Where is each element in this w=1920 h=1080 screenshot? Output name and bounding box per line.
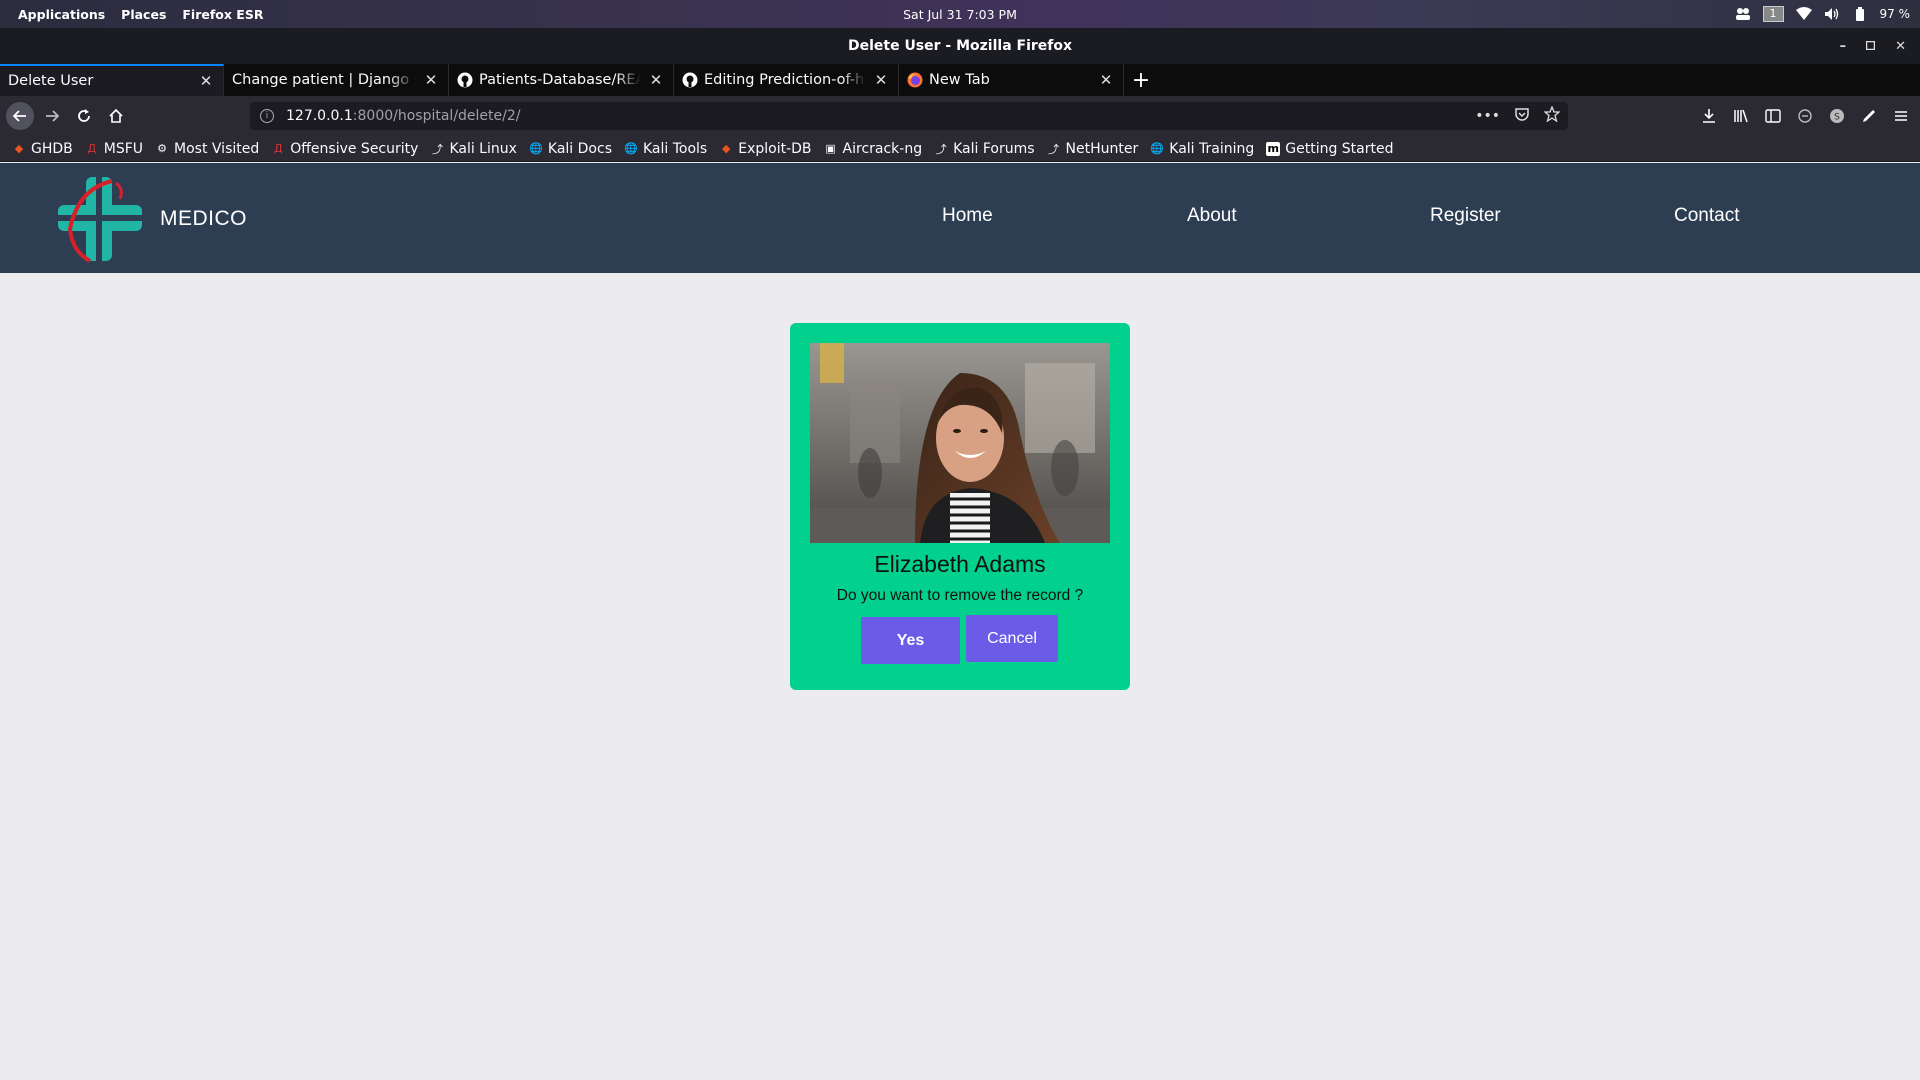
kali-dragon-icon: ⤴: [935, 142, 947, 156]
svg-text:S: S: [1834, 113, 1840, 123]
tab-label: Patients-Database/README.md: [479, 72, 641, 88]
bookmark-ghdb[interactable]: ◆ GHDB: [12, 141, 73, 157]
bookmark-kali-tools[interactable]: 🌐 Kali Tools: [624, 141, 707, 157]
tab-close-icon[interactable]: ✕: [197, 72, 215, 90]
battery-icon[interactable]: [1852, 6, 1868, 22]
battery-percent: 97 %: [1879, 7, 1911, 21]
offsec-icon: Д: [87, 142, 97, 155]
tab-close-icon[interactable]: ✕: [647, 71, 665, 89]
forward-arrow-icon[interactable]: [38, 102, 66, 130]
patient-name: Elizabeth Adams: [874, 551, 1046, 577]
nav-contact-link[interactable]: Contact: [1674, 205, 1739, 227]
exploit-icon: ◆: [14, 142, 24, 155]
bookmark-kali-linux[interactable]: ⤴ Kali Linux: [430, 141, 517, 157]
delete-confirmation-card: Elizabeth Adams Do you want to remove th…: [790, 323, 1130, 690]
tab-label: Editing Prediction-of-heart: [704, 72, 866, 88]
bookmark-offensive-security[interactable]: Д Offensive Security: [271, 141, 418, 157]
bookmark-kali-forums[interactable]: ⤴ Kali Forums: [934, 141, 1035, 157]
volume-icon[interactable]: [1824, 6, 1840, 22]
tab-strip: Delete User ✕ Change patient | Django si…: [0, 64, 1920, 96]
maximize-icon[interactable]: [1865, 39, 1876, 54]
new-tab-plus-icon[interactable]: +: [1124, 64, 1158, 96]
library-icon[interactable]: [1732, 107, 1750, 125]
bookmark-most-visited[interactable]: ⚙ Most Visited: [155, 141, 259, 157]
firefox-icon: [907, 72, 923, 88]
navigation-toolbar: i 127.0.0.1:8000/hospital/delete/2/ ••• …: [0, 96, 1920, 136]
kali-dragon-icon: ⤴: [1048, 142, 1060, 156]
confirmation-question: Do you want to remove the record ?: [836, 587, 1084, 604]
url-text[interactable]: 127.0.0.1:8000/hospital/delete/2/: [286, 108, 521, 124]
nav-about-link[interactable]: About: [1187, 205, 1237, 227]
tab-github-readme[interactable]: Patients-Database/README.md ✕: [449, 64, 674, 96]
account-icon[interactable]: S: [1828, 107, 1846, 125]
window-titlebar: Delete User - Mozilla Firefox – ✕: [0, 28, 1920, 64]
bookmark-msfu[interactable]: Д MSFU: [85, 141, 143, 157]
sidebar-icon[interactable]: [1764, 107, 1782, 125]
bookmark-aircrack-ng[interactable]: ▣ Aircrack-ng: [824, 141, 922, 157]
github-icon: [682, 72, 698, 88]
patient-photo: [810, 343, 1110, 543]
minimize-icon[interactable]: –: [1840, 39, 1847, 54]
gear-icon: ⚙: [157, 142, 167, 155]
bookmark-getting-started[interactable]: m Getting Started: [1266, 141, 1394, 157]
tab-close-icon[interactable]: ✕: [872, 71, 890, 89]
kali-dragon-icon: ⤴: [431, 142, 443, 156]
exploit-icon: ◆: [722, 142, 731, 155]
address-bar[interactable]: i 127.0.0.1:8000/hospital/delete/2/ •••: [250, 102, 1568, 130]
tab-close-icon[interactable]: ✕: [422, 71, 440, 89]
globe-icon: 🌐: [529, 142, 543, 155]
m-logo-icon: m: [1266, 141, 1281, 156]
pocket-icon[interactable]: [1514, 106, 1530, 126]
bookmark-exploit-db[interactable]: ◆ Exploit-DB: [719, 141, 812, 157]
page-actions-icon[interactable]: •••: [1475, 108, 1500, 124]
tab-label: Delete User: [8, 73, 94, 89]
hamburger-menu-icon[interactable]: [1892, 107, 1910, 125]
nav-register-link[interactable]: Register: [1430, 205, 1501, 227]
github-icon: [457, 72, 473, 88]
site-info-icon[interactable]: i: [260, 109, 274, 123]
tab-github-editing[interactable]: Editing Prediction-of-heart ✕: [674, 64, 899, 96]
offsec-icon: Д: [273, 142, 283, 155]
system-clock[interactable]: Sat Jul 31 7:03 PM: [903, 7, 1017, 22]
pen-tool-icon[interactable]: [1860, 107, 1878, 125]
aircrack-icon: ▣: [825, 142, 836, 155]
tab-label: New Tab: [929, 72, 990, 88]
bookmark-kali-docs[interactable]: 🌐 Kali Docs: [529, 141, 612, 157]
bookmarks-toolbar: ◆ GHDB Д MSFU ⚙ Most Visited Д Offensive Sec…: [0, 136, 1920, 162]
tab-django-admin[interactable]: Change patient | Django site admin ✕: [224, 64, 449, 96]
tab-delete-user[interactable]: Delete User ✕: [0, 64, 224, 96]
tab-label: Change patient | Django site admin: [232, 72, 416, 88]
system-top-panel: Applications Places Firefox ESR Sat Jul …: [0, 0, 1920, 28]
places-menu[interactable]: Places: [113, 7, 174, 22]
reload-icon[interactable]: [70, 102, 98, 130]
tab-new-tab[interactable]: New Tab ✕: [899, 64, 1124, 96]
people-icon[interactable]: [1735, 6, 1751, 22]
bookmark-nethunter[interactable]: ⤴ NetHunter: [1047, 141, 1138, 157]
applications-menu[interactable]: Applications: [10, 7, 113, 22]
yes-confirm-button[interactable]: Yes: [861, 617, 960, 664]
workspace-indicator[interactable]: 1: [1762, 6, 1784, 22]
nav-home-link[interactable]: Home: [942, 205, 993, 227]
back-arrow-icon[interactable]: [6, 102, 34, 130]
globe-icon: 🌐: [1150, 142, 1165, 155]
wifi-icon[interactable]: [1795, 6, 1812, 22]
home-icon[interactable]: [102, 102, 130, 130]
globe-icon: 🌐: [624, 142, 638, 155]
cancel-button[interactable]: Cancel: [966, 615, 1058, 662]
bookmark-star-icon[interactable]: [1543, 105, 1561, 126]
site-nav: Home About Register Contact: [0, 163, 1920, 273]
site-header: MEDICO Home About Register Contact: [0, 163, 1920, 273]
downloads-icon[interactable]: [1700, 107, 1718, 125]
close-window-icon[interactable]: ✕: [1895, 39, 1906, 54]
bookmark-kali-training[interactable]: 🌐 Kali Training: [1150, 141, 1254, 157]
tab-close-icon[interactable]: ✕: [1097, 71, 1115, 89]
window-title: Delete User - Mozilla Firefox: [847, 38, 1073, 54]
extension-icon[interactable]: [1796, 107, 1814, 125]
firefox-esr-menu[interactable]: Firefox ESR: [174, 7, 271, 22]
